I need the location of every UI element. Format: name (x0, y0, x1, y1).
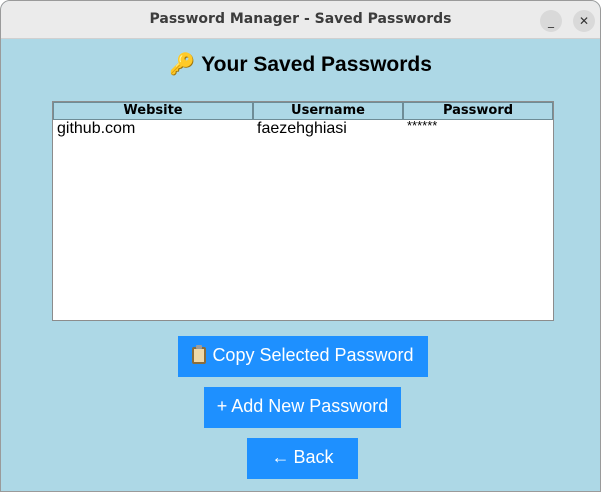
table-row[interactable]: github.com faezehghiasi ****** (53, 120, 553, 138)
plus-icon: + (216, 396, 228, 416)
column-header-username[interactable]: Username (253, 102, 403, 120)
column-header-password[interactable]: Password (403, 102, 553, 120)
minimize-button[interactable]: _ (540, 10, 562, 32)
password-manager-window: Password Manager - Saved Passwords _ ✕ 🔑… (0, 0, 601, 492)
title-bar[interactable]: Password Manager - Saved Passwords _ ✕ (1, 1, 600, 39)
back-button[interactable]: ← Back (247, 438, 358, 479)
table-header: Website Username Password (53, 102, 553, 120)
add-button-label: Add New Password (231, 396, 389, 416)
cell-username: faezehghiasi (257, 120, 347, 137)
cell-website: github.com (57, 120, 136, 137)
close-icon: ✕ (578, 14, 590, 28)
minimize-icon: _ (548, 14, 554, 28)
back-arrow-icon: ← (271, 447, 290, 467)
key-icon: 🔑 (169, 53, 196, 76)
cell-password: ****** (407, 120, 438, 133)
add-new-password-button[interactable]: + Add New Password (204, 387, 401, 428)
window-title: Password Manager - Saved Passwords (149, 11, 452, 27)
copy-selected-password-button[interactable]: Copy Selected Password (178, 336, 428, 377)
page-title: 🔑 Your Saved Passwords (1, 53, 600, 77)
passwords-table[interactable]: Website Username Password github.com fae… (52, 101, 554, 321)
clipboard-icon (192, 345, 207, 364)
page-title-text: Your Saved Passwords (201, 53, 432, 76)
back-button-label: Back (293, 447, 334, 467)
close-button[interactable]: ✕ (573, 10, 595, 32)
copy-button-label: Copy Selected Password (212, 345, 414, 365)
column-header-website[interactable]: Website (53, 102, 253, 120)
